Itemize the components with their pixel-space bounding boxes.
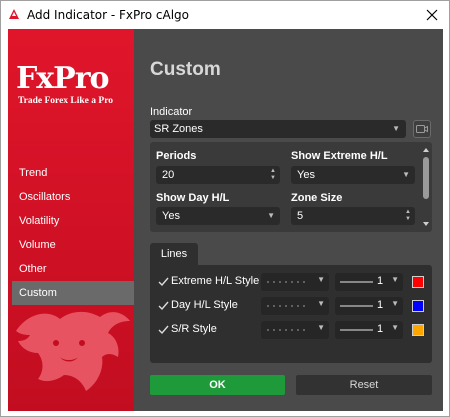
indicator-value: SR Zones (154, 123, 203, 135)
dialog-content: FxPro Trade Forex Like a Pro Trend Oscil… (8, 29, 443, 411)
app-icon (9, 9, 19, 19)
checkmark-icon (158, 301, 169, 311)
add-indicator-window: Add Indicator - FxPro cAlgo FxPro Trade … (0, 0, 450, 417)
day-line-style-select[interactable]: ▼ (261, 297, 329, 315)
category-nav: Trend Oscillators Volatility Volume Othe… (8, 161, 134, 305)
day-checkbox[interactable] (156, 299, 170, 313)
main-panel: Custom Indicator SR Zones ▼ Periods 20 ▲… (134, 29, 443, 411)
checkmark-icon (158, 277, 169, 287)
day-width-value: 1 (377, 299, 384, 311)
checkmark-icon (158, 325, 169, 335)
sr-line-style-select[interactable]: ▼ (261, 321, 329, 339)
day-color-swatch[interactable] (412, 300, 424, 312)
sidebar-item-oscillators[interactable]: Oscillators (8, 185, 134, 209)
parameters-panel: Periods 20 ▲ ▼ Show Extreme H/L Yes ▼ Sho… (150, 142, 432, 232)
extreme-checkbox[interactable] (156, 275, 170, 289)
chevron-down-icon: ▼ (392, 124, 400, 133)
spin-arrows-icon: ▲ ▼ (405, 209, 411, 222)
reset-button[interactable]: Reset (296, 375, 432, 395)
snapshot-button[interactable] (413, 120, 431, 138)
dotted-line-icon (267, 329, 307, 331)
sr-line-width-select[interactable]: 1 ▼ (335, 321, 403, 339)
show-extreme-label: Show Extreme H/L (291, 150, 388, 162)
tab-lines[interactable]: Lines (150, 243, 198, 265)
day-style-label: Day H/L Style (171, 299, 238, 311)
solid-line-icon (340, 305, 373, 307)
chevron-down-icon: ▼ (317, 299, 325, 308)
sidebar-item-trend[interactable]: Trend (8, 161, 134, 185)
zone-size-label: Zone Size (291, 192, 343, 204)
line-row-extreme: Extreme H/L Style ▼ 1 ▼ (156, 273, 430, 291)
sidebar-item-volume[interactable]: Volume (8, 233, 134, 257)
chevron-down-icon: ▼ (317, 275, 325, 284)
camera-icon (416, 125, 428, 133)
extreme-width-value: 1 (377, 275, 384, 287)
sr-color-swatch[interactable] (412, 324, 424, 336)
sr-checkbox[interactable] (156, 323, 170, 337)
chevron-down-icon: ▼ (402, 170, 410, 179)
show-day-value: Yes (162, 210, 180, 222)
fxpro-logo: FxPro (16, 61, 110, 96)
periods-value: 20 (162, 169, 175, 181)
sidebar: FxPro Trade Forex Like a Pro Trend Oscil… (8, 29, 134, 411)
show-extreme-select[interactable]: Yes ▼ (291, 166, 415, 184)
window-title: Add Indicator - FxPro cAlgo (27, 8, 189, 22)
close-icon (426, 9, 438, 21)
periods-stepper[interactable]: 20 ▲ ▼ (156, 166, 280, 184)
dotted-line-icon (267, 305, 307, 307)
day-line-width-select[interactable]: 1 ▼ (335, 297, 403, 315)
title-bar: Add Indicator - FxPro cAlgo (1, 1, 449, 29)
page-title: Custom (150, 59, 221, 80)
lines-panel: Extreme H/L Style ▼ 1 ▼ Day H/L Style ▼ … (150, 265, 432, 363)
solid-line-icon (340, 281, 373, 283)
bull-logo-graphic (16, 311, 130, 391)
chevron-down-icon: ▼ (317, 323, 325, 332)
extreme-style-label: Extreme H/L Style (171, 275, 260, 287)
zone-size-value: 5 (297, 210, 304, 222)
indicator-label: Indicator (150, 106, 193, 118)
periods-label: Periods (156, 150, 197, 162)
extreme-color-swatch[interactable] (412, 276, 424, 288)
zone-size-stepper[interactable]: 5 ▲ ▼ (291, 207, 415, 225)
params-scrollbar[interactable] (422, 145, 430, 229)
close-button[interactable] (415, 1, 449, 29)
chevron-down-icon: ▼ (391, 299, 399, 308)
chevron-down-icon: ▼ (391, 275, 399, 284)
show-extreme-value: Yes (297, 169, 315, 181)
scroll-thumb[interactable] (423, 157, 429, 199)
show-day-label: Show Day H/L (156, 192, 230, 204)
chevron-down-icon: ▼ (391, 323, 399, 332)
spin-arrows-icon: ▲ ▼ (270, 168, 276, 181)
extreme-line-style-select[interactable]: ▼ (261, 273, 329, 291)
chevron-down-icon: ▼ (267, 211, 275, 220)
dotted-line-icon (267, 281, 307, 283)
ok-button[interactable]: OK (150, 375, 285, 395)
solid-line-icon (340, 329, 373, 331)
line-row-day: Day H/L Style ▼ 1 ▼ (156, 297, 430, 315)
extreme-line-width-select[interactable]: 1 ▼ (335, 273, 403, 291)
indicator-select[interactable]: SR Zones ▼ (150, 120, 406, 138)
show-day-select[interactable]: Yes ▼ (156, 207, 280, 225)
sr-width-value: 1 (377, 323, 384, 335)
sidebar-item-volatility[interactable]: Volatility (8, 209, 134, 233)
line-row-sr: S/R Style ▼ 1 ▼ (156, 321, 430, 339)
sidebar-item-other[interactable]: Other (8, 257, 134, 281)
brand-tagline: Trade Forex Like a Pro (18, 96, 113, 106)
sr-style-label: S/R Style (171, 323, 217, 335)
